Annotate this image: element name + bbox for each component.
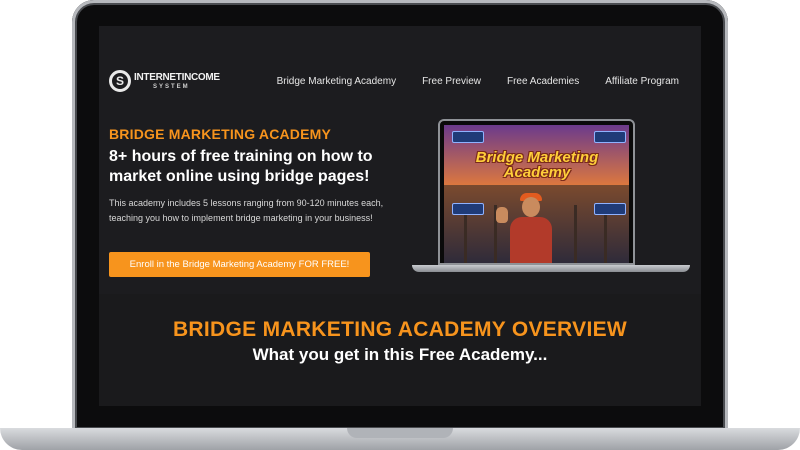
- hero-headline: 8+ hours of free training on how to mark…: [109, 148, 373, 185]
- logo-mark-icon: S: [109, 70, 131, 92]
- site-logo[interactable]: S INTERNETINCOME SYSTEM: [109, 70, 229, 96]
- enroll-button[interactable]: Enroll in the Bridge Marketing Academy F…: [109, 252, 370, 277]
- floating-card: [594, 131, 626, 143]
- hero-image: Bridge Marketing Academy: [444, 125, 629, 263]
- person-body: [510, 217, 552, 263]
- nav-link-free-academies[interactable]: Free Academies: [507, 76, 579, 87]
- top-navigation: S INTERNETINCOME SYSTEM Bridge Marketing…: [99, 26, 701, 130]
- overview-title: BRIDGE MARKETING ACADEMY OVERVIEW: [172, 318, 628, 341]
- hero-image-laptop-base: [412, 265, 690, 272]
- website-screen: S INTERNETINCOME SYSTEM Bridge Marketing…: [99, 26, 701, 406]
- laptop-notch: [347, 428, 453, 438]
- hero-title: BRIDGE MARKETING ACADEMY: [109, 126, 332, 142]
- nav-links: Bridge Marketing Academy Free Preview Fr…: [277, 76, 679, 87]
- nav-link-free-preview[interactable]: Free Preview: [422, 76, 481, 87]
- logo-text: INTERNETINCOME: [134, 72, 220, 83]
- overview-subtitle: What you get in this Free Academy...: [252, 345, 548, 364]
- logo-subtext: SYSTEM: [153, 84, 190, 90]
- nav-link-affiliate-program[interactable]: Affiliate Program: [605, 76, 679, 87]
- floating-card: [452, 131, 484, 143]
- overview-section: BRIDGE MARKETING ACADEMY OVERVIEW What y…: [99, 294, 701, 406]
- hero-description: This academy includes 5 lessons ranging …: [109, 198, 384, 223]
- nav-link-bridge-marketing-academy[interactable]: Bridge Marketing Academy: [277, 76, 397, 87]
- person-head: [522, 197, 540, 217]
- waving-hand: [496, 207, 508, 223]
- bridge-rail: [574, 205, 577, 263]
- hero-image-title: Bridge Marketing Academy: [475, 149, 599, 181]
- floating-card: [452, 203, 484, 215]
- floating-card: [594, 203, 626, 215]
